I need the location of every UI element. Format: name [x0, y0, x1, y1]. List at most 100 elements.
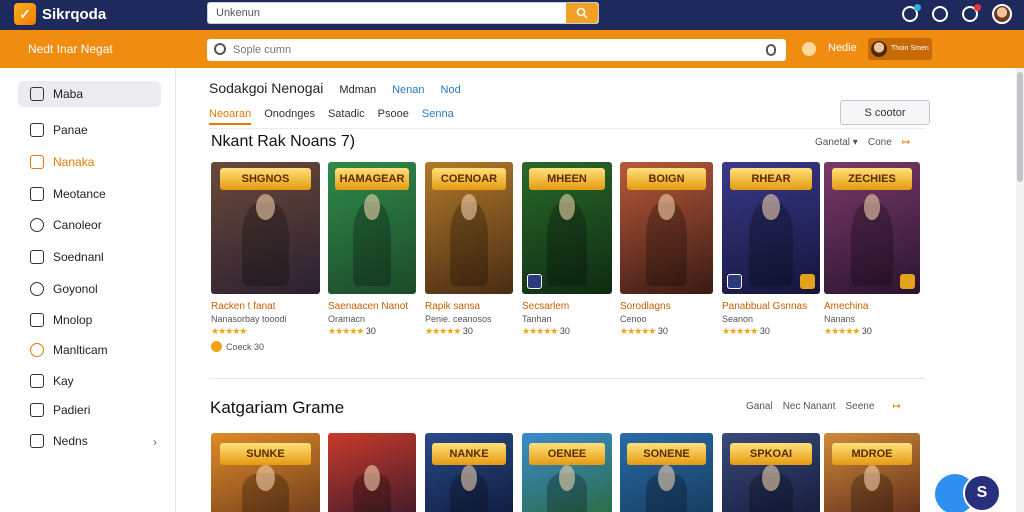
game-logo-banner: SONENE — [627, 443, 706, 465]
arrow-right-icon[interactable]: ↦ — [902, 137, 910, 148]
game-title[interactable]: Amechina — [824, 301, 920, 312]
game-card[interactable]: OENEE — [522, 433, 612, 512]
game-thumbnail[interactable]: ZECHIES — [824, 162, 920, 294]
game-logo-banner: ZECHIES — [831, 168, 913, 190]
game-logo-banner: OENEE — [529, 443, 605, 465]
game-title[interactable]: Racken t fanat — [211, 301, 320, 312]
game-logo-banner: SPKOAI — [729, 443, 813, 465]
help-icon[interactable] — [932, 6, 948, 22]
game-title[interactable]: Secsarlem — [522, 301, 612, 312]
tag-icon — [30, 250, 44, 264]
game-title[interactable]: Sorodlagns — [620, 301, 713, 312]
main-search-input[interactable] — [233, 42, 753, 58]
game-card[interactable]: SHGNOS Racken t fanat Nanasorbay tooodi ★★★… — [211, 162, 320, 352]
game-card[interactable]: MHEEN Secsarlem Tanhan ★★★★★ 30 — [522, 162, 612, 337]
game-thumbnail[interactable]: OENEE — [522, 433, 612, 512]
tab-4[interactable]: Senna — [422, 108, 454, 125]
game-title[interactable]: Rapik sansa — [425, 301, 513, 312]
notification-icon[interactable] — [962, 4, 981, 22]
grid-icon — [30, 155, 44, 169]
sidebar-item-7[interactable]: Mnolop — [18, 307, 161, 333]
sidebar-item-0[interactable]: Maba — [18, 81, 161, 107]
sidebar-item-label: Meotance — [53, 187, 106, 201]
sidebar-item-9[interactable]: Kay — [18, 368, 161, 394]
game-logo-banner: RHEAR — [729, 168, 813, 190]
title-link-0[interactable]: Mdman — [339, 84, 376, 96]
sidebar-item-10[interactable]: Padieri — [18, 397, 161, 423]
arrow-right-icon[interactable]: ↦ — [892, 401, 900, 412]
section-link[interactable]: Nec Nanant — [783, 401, 836, 412]
top-icon-group — [902, 4, 1012, 24]
sidebar-item-6[interactable]: Goyonol — [18, 276, 161, 302]
game-card[interactable]: SUNKE — [211, 433, 320, 512]
sidebar-item-label: Mnolop — [53, 313, 93, 327]
game-card[interactable]: COENOAR Rapik sansa Penie. ceanosos ★★★★★ 3… — [425, 162, 513, 337]
game-thumbnail[interactable]: NANKE — [425, 433, 513, 512]
game-card[interactable]: SONENE — [620, 433, 713, 512]
home-link[interactable]: Nedie — [828, 42, 857, 54]
chat-icon — [30, 282, 44, 296]
game-thumbnail[interactable]: HAMAGEAR — [328, 162, 416, 294]
microphone-icon[interactable] — [766, 44, 776, 56]
game-title[interactable]: Saenaacen Nanot — [328, 301, 416, 312]
top-search-input[interactable] — [216, 5, 556, 21]
game-thumbnail[interactable]: SPKOAI — [722, 433, 820, 512]
game-rating: ★★★★★ — [211, 326, 320, 337]
app-logo[interactable]: ✓ Sikrqoda — [14, 3, 106, 25]
game-thumbnail[interactable]: MHEEN — [522, 162, 612, 294]
sidebar-item-3[interactable]: Meotance — [18, 181, 161, 207]
game-card[interactable]: ZECHIES Amechina Nanans ★★★★★ 30 — [824, 162, 920, 337]
title-link-2[interactable]: Nod — [441, 84, 461, 96]
game-card[interactable] — [328, 433, 416, 512]
game-rating: ★★★★★ 30 — [722, 326, 770, 336]
home-icon — [30, 87, 44, 101]
game-card[interactable]: MDROE — [824, 433, 920, 512]
sort-dropdown[interactable]: Ganetal ▾ — [815, 137, 858, 148]
sidebar-item-2[interactable]: Nanaka — [18, 149, 161, 175]
game-thumbnail[interactable]: BOIGN — [620, 162, 713, 294]
tab-1[interactable]: Onodnges — [264, 108, 315, 125]
sidebar-item-8[interactable]: Manlticam — [18, 337, 161, 363]
game-thumbnail[interactable] — [328, 433, 416, 512]
top-search-button[interactable] — [566, 3, 598, 23]
coin-icon — [211, 341, 222, 352]
game-card[interactable]: BOIGN Sorodlagns Cenoo ★★★★★ 30 — [620, 162, 713, 337]
star-rating-icon: ★★★★★ — [328, 326, 364, 336]
tab-2[interactable]: Satadic — [328, 108, 365, 125]
game-card[interactable]: RHEAR Panabbual Gsnnas Seanon ★★★★★ 30 — [722, 162, 820, 337]
emoji-icon[interactable] — [802, 42, 816, 56]
game-logo-banner: COENOAR — [432, 168, 506, 190]
tab-3[interactable]: Psooe — [378, 108, 409, 125]
game-thumbnail[interactable]: MDROE — [824, 433, 920, 512]
filter-button[interactable]: S cootor — [840, 100, 930, 125]
user-menu[interactable]: Thoin Smen — [868, 38, 932, 60]
section-title: Katgariam Grame — [210, 398, 345, 417]
game-thumbnail[interactable]: COENOAR — [425, 162, 513, 294]
character-art — [352, 194, 392, 286]
refresh-icon[interactable] — [902, 4, 921, 22]
floating-action[interactable]: S — [935, 474, 1003, 512]
user-avatar[interactable] — [992, 4, 1012, 24]
scrollbar-thumb[interactable] — [1017, 72, 1023, 182]
sidebar-item-label: Manlticam — [53, 343, 108, 357]
tab-0[interactable]: Neoaran — [209, 108, 252, 125]
game-rating: ★★★★★ 30 — [620, 326, 668, 336]
section-link[interactable]: Cone — [868, 137, 892, 148]
section-link[interactable]: Ganal — [746, 401, 773, 412]
sidebar-item-4[interactable]: Canoleor — [18, 212, 161, 238]
sidebar-item-11[interactable]: Nedns › — [18, 428, 161, 454]
game-card[interactable]: SPKOAI — [722, 433, 820, 512]
game-card[interactable]: NANKE — [425, 433, 513, 512]
game-thumbnail[interactable]: SUNKE — [211, 433, 320, 512]
game-title[interactable]: Panabbual Gsnnas — [722, 301, 820, 312]
game-rating: ★★★★★ 30 — [425, 326, 473, 336]
section-link[interactable]: Seene — [846, 401, 875, 412]
title-link-1[interactable]: Nenan — [392, 84, 424, 96]
game-card[interactable]: HAMAGEAR Saenaacen Nanot Oramacn ★★★★★ 30 — [328, 162, 416, 337]
game-thumbnail[interactable]: SONENE — [620, 433, 713, 512]
sidebar-item-1[interactable]: Panae — [18, 117, 161, 143]
sidebar-item-5[interactable]: Soednanl — [18, 244, 161, 270]
game-thumbnail[interactable]: RHEAR — [722, 162, 820, 294]
character-art — [749, 465, 793, 512]
game-thumbnail[interactable]: SHGNOS — [211, 162, 320, 294]
